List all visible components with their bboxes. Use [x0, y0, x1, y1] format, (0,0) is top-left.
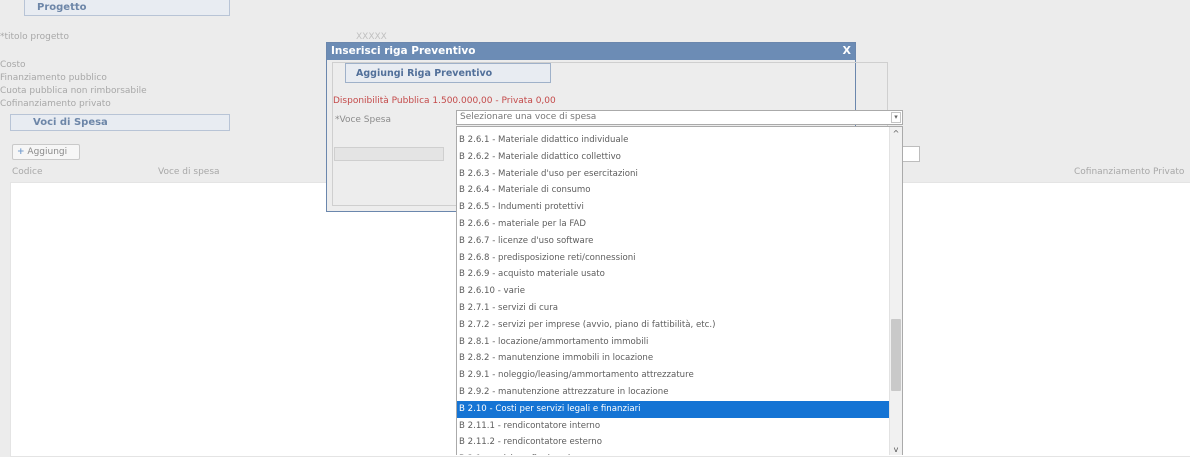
dropdown-scrollbar[interactable]: ^ v — [889, 127, 902, 455]
dropdown-option[interactable]: B 2.6.7 - licenze d'uso software — [457, 233, 890, 250]
disabled-field — [334, 147, 444, 161]
titolo-progetto-label: *titolo progetto — [0, 32, 69, 42]
dropdown-option[interactable]: B 2.6.1 - Materiale didattico individual… — [457, 132, 890, 149]
voci-spesa-section-tab[interactable]: Voci di Spesa — [10, 114, 230, 131]
aggiungi-riga-tab-label: Aggiungi Riga Preventivo — [356, 68, 493, 79]
column-header-codice: Codice — [12, 167, 43, 177]
dropdown-option[interactable]: B 2.11.2 - rendicontatore esterno — [457, 434, 890, 451]
dropdown-option[interactable]: B 2.6.5 - Indumenti protettivi — [457, 199, 890, 216]
dropdown-option[interactable]: B 2.7.2 - servizi per imprese (avvio, pi… — [457, 317, 890, 334]
scroll-thumb[interactable] — [891, 319, 901, 391]
dropdown-options: B 2.6.1 - Materiale didattico individual… — [457, 132, 890, 455]
dropdown-option[interactable]: B 2.6.9 - acquisto materiale usato — [457, 266, 890, 283]
aggiungi-label: Aggiungi — [27, 147, 68, 157]
plus-icon: + — [17, 147, 25, 157]
dropdown-option[interactable]: B 2.8.2 - manutenzione immobili in locaz… — [457, 350, 890, 367]
cofinanziamento-privato-label: Cofinanziamento privato — [0, 99, 111, 109]
scroll-down-icon[interactable]: v — [890, 445, 902, 454]
dropdown-option[interactable]: B 2.6.3 - Materiale d'uso per esercitazi… — [457, 166, 890, 183]
aggiungi-riga-tab[interactable]: Aggiungi Riga Preventivo — [345, 63, 551, 83]
amount-input[interactable] — [900, 146, 920, 162]
modal-title: Inserisci riga Preventivo — [331, 45, 476, 57]
modal-header: Inserisci riga Preventivo X — [327, 43, 855, 60]
dropdown-option[interactable]: B 2.6.2 - Materiale didattico collettivo — [457, 149, 890, 166]
finanziamento-pubblico-label: Finanziamento pubblico — [0, 73, 107, 83]
dropdown-option[interactable]: B 2.6.4 - Materiale di consumo — [457, 182, 890, 199]
costo-label: Costo — [0, 60, 26, 70]
voce-spesa-dropdown[interactable]: B 2.6.1 - Materiale didattico individual… — [456, 126, 903, 455]
dropdown-option[interactable]: B 2.7.1 - servizi di cura — [457, 300, 890, 317]
scroll-up-icon[interactable]: ^ — [890, 129, 902, 138]
column-header-cofinanziamento: Cofinanziamento Privato — [1074, 167, 1185, 177]
quota-pubblica-label: Cuota pubblica non rimborsabile — [0, 86, 147, 96]
dropdown-option[interactable]: B 2.6.10 - varie — [457, 283, 890, 300]
select-value: Selezionare una voce di spesa — [460, 112, 597, 122]
aggiungi-button[interactable]: + Aggiungi — [12, 144, 80, 160]
dropdown-option[interactable]: B 2.9.2 - manutenzione attrezzature in l… — [457, 384, 890, 401]
dropdown-option[interactable]: B 2.9.1 - noleggio/leasing/ammortamento … — [457, 367, 890, 384]
progetto-section-tab[interactable]: Progetto — [24, 0, 230, 16]
disponibilita-text: Disponibilità Pubblica 1.500.000,00 - Pr… — [333, 96, 556, 106]
progetto-section-title: Progetto — [37, 2, 87, 13]
dropdown-option[interactable]: B 2.6.8 - predisposizione reti/connessio… — [457, 250, 890, 267]
voce-spesa-select[interactable]: Selezionare una voce di spesa ▾ — [456, 110, 903, 125]
voci-spesa-title: Voci di Spesa — [33, 117, 108, 128]
dropdown-option[interactable]: B 2.11.1 - rendicontatore interno — [457, 418, 890, 435]
dropdown-option[interactable]: B 2.1 - revisione finale azione — [457, 451, 890, 455]
titolo-progetto-value: XXXXX — [356, 32, 387, 42]
column-header-voce-spesa: Voce di spesa — [158, 167, 220, 177]
dropdown-option[interactable]: B 2.8.1 - locazione/ammortamento immobil… — [457, 334, 890, 351]
chevron-down-icon[interactable]: ▾ — [891, 112, 901, 123]
dropdown-option[interactable]: B 2.6.6 - materiale per la FAD — [457, 216, 890, 233]
dropdown-option[interactable]: B 2.10 - Costi per servizi legali e fina… — [457, 400, 890, 418]
close-icon[interactable]: X — [843, 44, 851, 57]
voce-spesa-label: *Voce Spesa — [335, 115, 391, 125]
